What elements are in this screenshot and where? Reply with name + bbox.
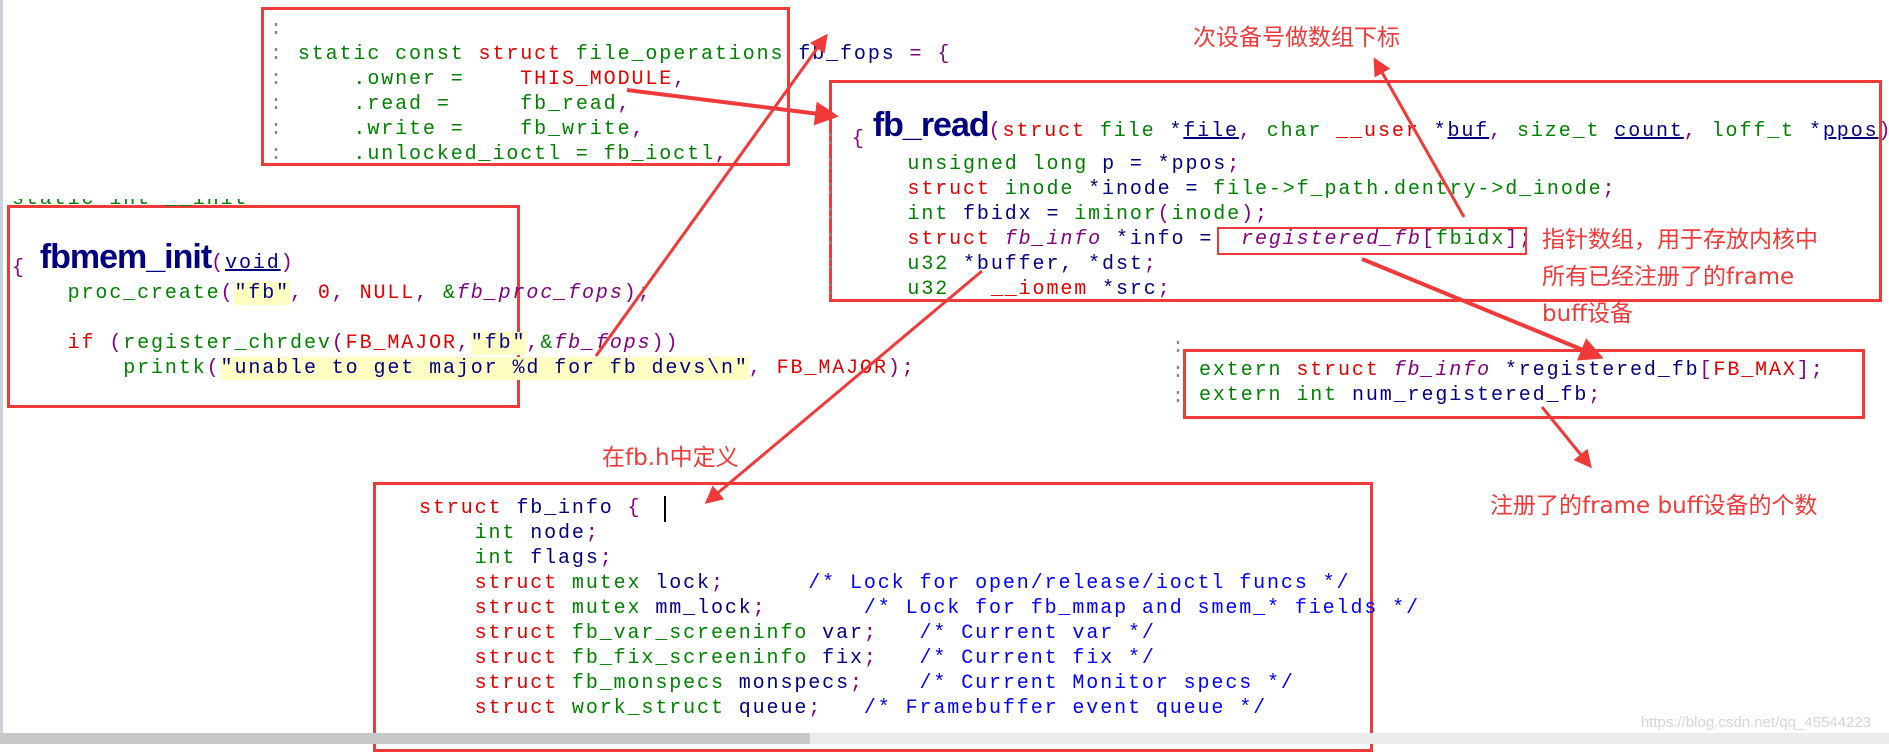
arrow-fb-info	[707, 271, 982, 502]
arrow-num-registered	[1542, 407, 1590, 466]
watermark: https://blog.csdn.net/qq_45544223	[1641, 714, 1871, 731]
arrow-minor-index	[1375, 60, 1464, 217]
scrollbar-thumb[interactable]	[0, 733, 810, 744]
horizontal-scrollbar[interactable]	[0, 733, 1889, 744]
arrows-layer	[0, 0, 1889, 744]
arrow-fb-fops	[596, 36, 826, 356]
arrow-registered-fb	[1362, 259, 1600, 357]
arrow-fb-read	[627, 90, 835, 116]
